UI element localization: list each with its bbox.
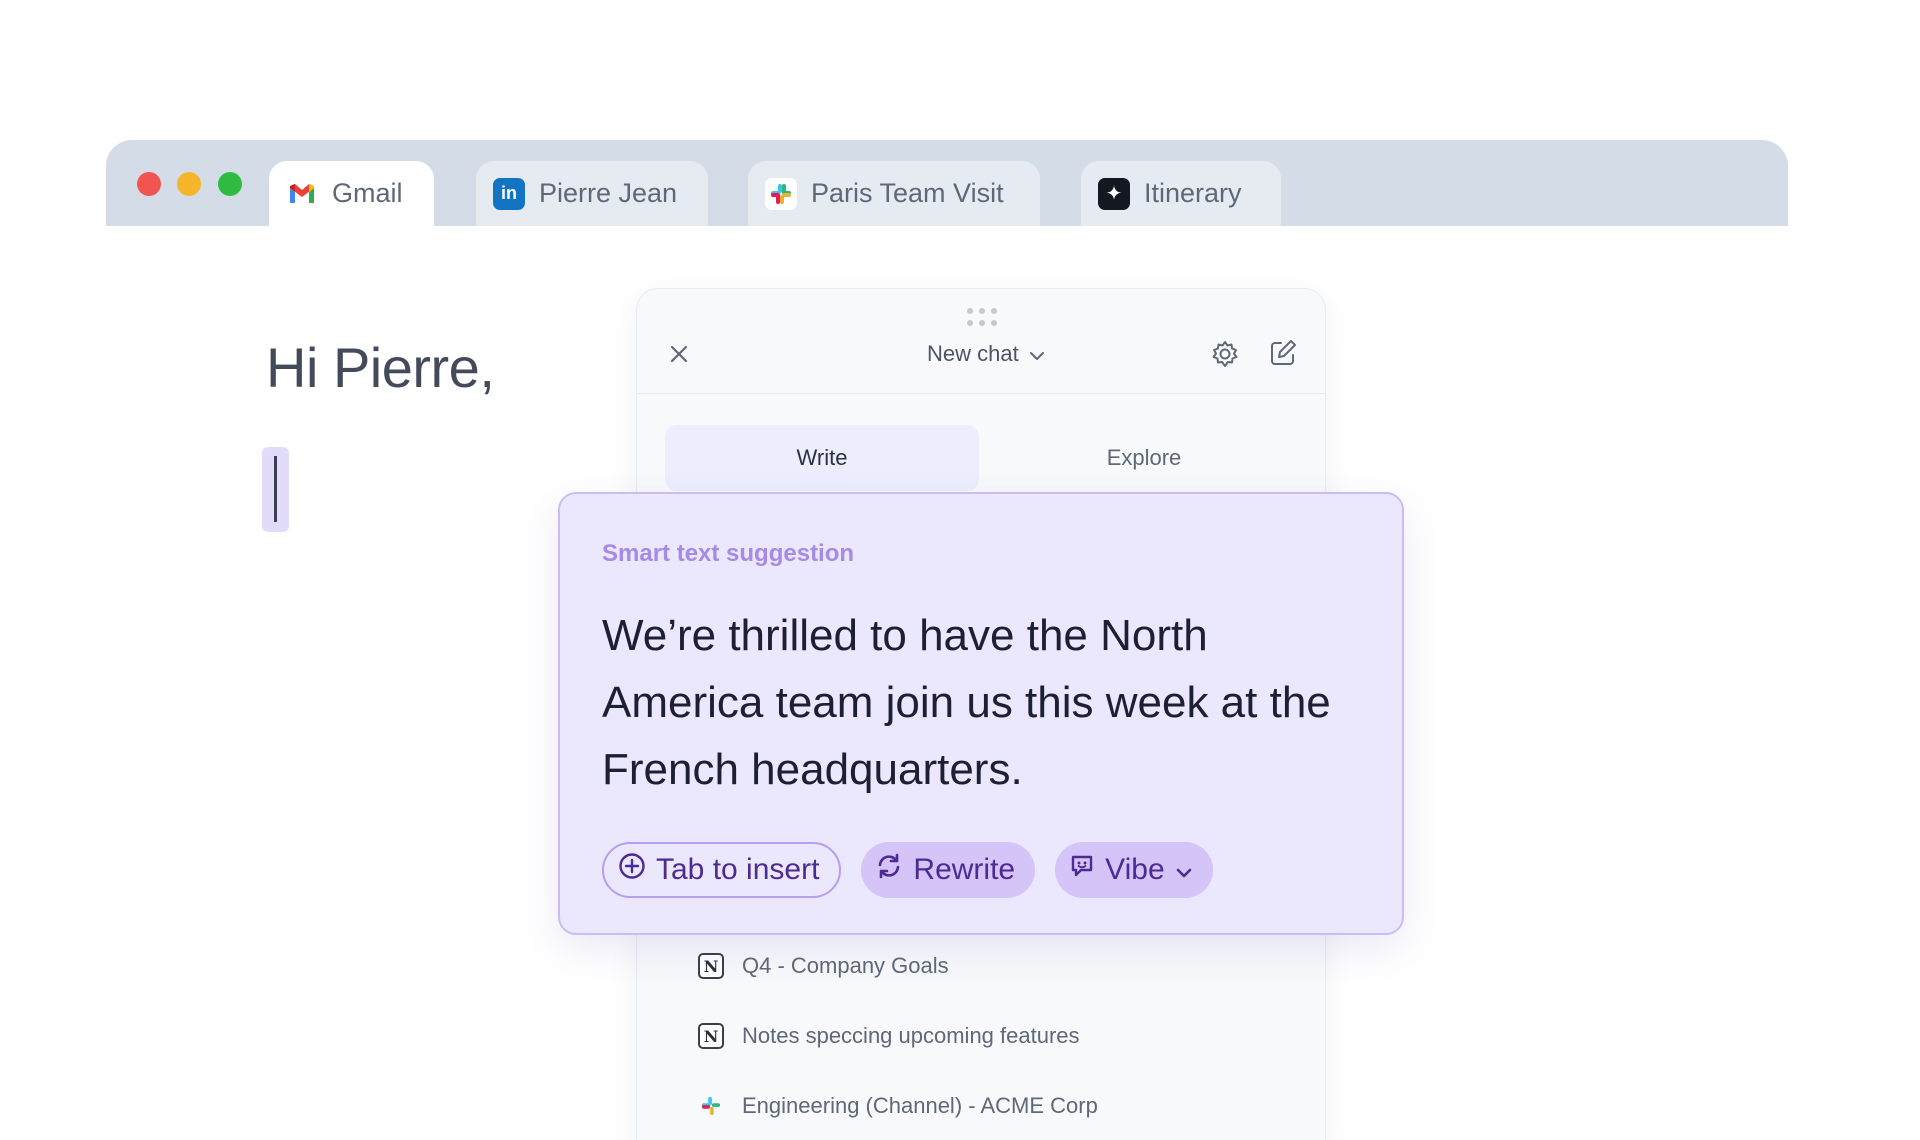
source-item[interactable]: N Notes speccing upcoming features bbox=[698, 1023, 1080, 1049]
refresh-icon bbox=[875, 852, 903, 888]
tab-gmail-label: Gmail bbox=[332, 178, 403, 208]
chevron-down-icon bbox=[1029, 341, 1045, 367]
linkedin-icon: in bbox=[493, 177, 525, 210]
vibe-dropdown[interactable]: Vibe bbox=[1055, 842, 1213, 898]
window-close-button[interactable] bbox=[137, 172, 161, 196]
gear-icon[interactable] bbox=[1209, 338, 1241, 370]
rewrite-label: Rewrite bbox=[913, 853, 1016, 886]
tab-explore[interactable]: Explore bbox=[987, 425, 1301, 491]
chat-title: New chat bbox=[927, 341, 1019, 366]
chevron-down-icon bbox=[1175, 853, 1193, 887]
tab-paris-team-visit[interactable]: Paris Team Visit bbox=[748, 161, 1040, 226]
chat-bubble-icon bbox=[1069, 853, 1095, 887]
tab-write[interactable]: Write bbox=[665, 425, 979, 491]
panel-divider bbox=[637, 393, 1325, 394]
close-icon[interactable] bbox=[664, 339, 694, 369]
slack-icon bbox=[698, 1093, 724, 1119]
text-cursor[interactable] bbox=[262, 447, 289, 532]
notion-icon: N bbox=[698, 953, 724, 979]
tab-to-insert-button[interactable]: Tab to insert bbox=[602, 842, 842, 898]
text-caret bbox=[274, 456, 277, 522]
tab-itinerary-label: Itinerary bbox=[1144, 178, 1242, 208]
tab-paris-team-visit-label: Paris Team Visit bbox=[811, 178, 1004, 208]
suggestion-actions: Tab to insert Rewrite Vibe bbox=[602, 842, 1213, 898]
vibe-label: Vibe bbox=[1105, 853, 1165, 886]
window-maximize-button[interactable] bbox=[218, 172, 242, 196]
drag-handle-icon[interactable] bbox=[967, 308, 997, 326]
suggestion-label: Smart text suggestion bbox=[602, 540, 855, 567]
plus-circle-icon bbox=[618, 852, 646, 888]
sparkle-icon: ✦ bbox=[1098, 177, 1130, 210]
slack-icon bbox=[765, 177, 797, 210]
notion-icon: N bbox=[698, 1023, 724, 1049]
gmail-icon bbox=[286, 177, 318, 210]
rewrite-button[interactable]: Rewrite bbox=[861, 842, 1036, 898]
tab-gmail[interactable]: Gmail bbox=[269, 161, 434, 226]
tab-itinerary[interactable]: ✦ Itinerary bbox=[1081, 161, 1281, 226]
suggestion-text: We’re thrilled to have the North America… bbox=[602, 611, 1331, 794]
tab-to-insert-label: Tab to insert bbox=[656, 853, 820, 886]
source-item-label: Q4 - Company Goals bbox=[742, 953, 949, 978]
window-minimize-button[interactable] bbox=[177, 172, 201, 196]
email-greeting: Hi Pierre, bbox=[266, 336, 495, 399]
smart-suggestion-card: Smart text suggestion We’re thrilled to … bbox=[558, 492, 1404, 935]
source-item-label: Engineering (Channel) - ACME Corp bbox=[742, 1093, 1098, 1118]
tab-pierre-jean-label: Pierre Jean bbox=[539, 178, 678, 208]
source-item[interactable]: Engineering (Channel) - ACME Corp bbox=[698, 1093, 1098, 1119]
source-item-label: Notes speccing upcoming features bbox=[742, 1023, 1080, 1048]
tab-pierre-jean[interactable]: in Pierre Jean bbox=[476, 161, 708, 226]
chat-selector[interactable]: New chat bbox=[927, 341, 1045, 367]
source-item[interactable]: N Q4 - Company Goals bbox=[698, 953, 949, 979]
compose-icon[interactable] bbox=[1267, 337, 1299, 369]
